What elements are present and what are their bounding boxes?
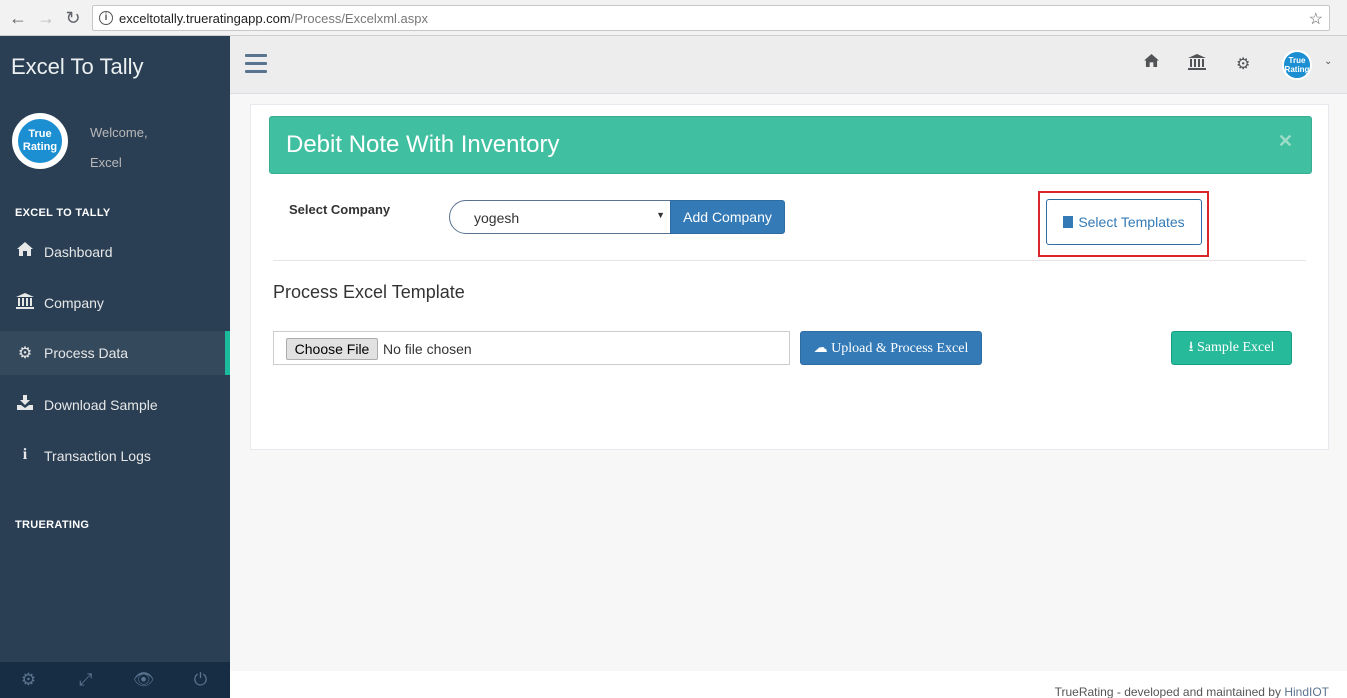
bank-icon xyxy=(15,293,35,314)
sidebar-item-label: Process Data xyxy=(44,345,129,361)
chevron-down-icon[interactable]: ⌄ xyxy=(1324,56,1332,67)
section-heading: Process Excel Template xyxy=(273,282,465,302)
info-icon: i xyxy=(22,446,28,463)
choose-file-button[interactable]: Choose File xyxy=(286,338,378,360)
select-templates-label: Select Templates xyxy=(1078,214,1185,230)
divider xyxy=(273,260,1306,261)
user-avatar[interactable]: True Rating xyxy=(1282,50,1312,80)
fullscreen-icon[interactable]: ⤢ xyxy=(57,670,114,690)
footer-text: TrueRating - developed and maintained by… xyxy=(1054,685,1329,698)
close-icon[interactable]: ✕ xyxy=(1278,131,1293,152)
browser-toolbar: ← → ↻ i exceltotally.trueratingapp.com/P… xyxy=(0,0,1347,36)
home-icon[interactable] xyxy=(1144,54,1159,72)
company-label: Select Company xyxy=(289,202,391,217)
profile-avatar: True Rating xyxy=(12,113,68,169)
cogs-icon[interactable]: ⚙ xyxy=(1236,54,1250,74)
no-file-text: No file chosen xyxy=(383,341,472,357)
username-text: Excel xyxy=(90,155,122,170)
sidebar-item-label: Download Sample xyxy=(44,397,158,413)
sidebar-footer: ⚙ ⤢ 👁 ⏻ xyxy=(0,662,230,698)
home-icon xyxy=(15,242,35,261)
page-title: Debit Note With Inventory xyxy=(286,131,560,158)
menu-toggle-icon[interactable] xyxy=(245,54,267,74)
eye-slash-icon[interactable]: 👁 xyxy=(115,670,172,690)
page-footer: TrueRating - developed and maintained by… xyxy=(230,671,1347,698)
bank-icon[interactable] xyxy=(1188,54,1206,75)
reload-icon[interactable]: ↻ xyxy=(63,8,83,28)
file-icon xyxy=(1063,216,1074,228)
top-navbar: ⚙ True Rating ⌄ xyxy=(230,36,1347,94)
company-select[interactable]: yogesh ▼ xyxy=(449,200,671,234)
select-templates-button[interactable]: Select Templates xyxy=(1046,199,1202,245)
url-text: exceltotally.trueratingapp.com/Process/E… xyxy=(119,11,429,26)
sidebar-item-dashboard[interactable]: Dashboard xyxy=(0,230,230,274)
cloud-upload-icon: ☁ xyxy=(813,340,828,356)
sidebar-item-company[interactable]: Company xyxy=(0,281,230,325)
sidebar-item-label: Company xyxy=(44,295,104,311)
menu-section-title-truerating: TRUERATING xyxy=(15,519,90,531)
sidebar-item-label: Transaction Logs xyxy=(44,448,151,464)
sidebar-item-process-data[interactable]: ⚙ Process Data xyxy=(0,331,230,375)
upload-process-button[interactable]: ☁ Upload & Process Excel xyxy=(800,331,982,365)
forward-icon[interactable]: → xyxy=(36,8,56,28)
download-icon xyxy=(15,395,35,415)
sidebar-item-download-sample[interactable]: Download Sample xyxy=(0,383,230,427)
upload-label: Upload & Process Excel xyxy=(831,340,969,356)
address-bar[interactable]: i exceltotally.trueratingapp.com/Process… xyxy=(92,5,1330,31)
app-brand[interactable]: Excel To Tally xyxy=(11,54,143,80)
back-icon[interactable]: ← xyxy=(8,8,28,28)
sample-excel-button[interactable]: ⭳ Sample Excel xyxy=(1171,331,1292,365)
page-title-banner: Debit Note With Inventory ✕ xyxy=(269,116,1312,174)
menu-section-title: EXCEL TO TALLY xyxy=(15,207,111,219)
file-input[interactable]: Choose File No file chosen xyxy=(273,331,790,365)
add-company-button[interactable]: Add Company xyxy=(670,200,785,234)
company-selected-value: yogesh xyxy=(474,210,520,226)
download-icon: ⭳ xyxy=(1188,340,1194,355)
cogs-icon: ⚙ xyxy=(17,345,33,362)
sample-label: Sample Excel xyxy=(1197,340,1275,355)
settings-icon[interactable]: ⚙ xyxy=(0,670,57,690)
caret-down-icon: ▼ xyxy=(656,210,665,220)
site-info-icon[interactable]: i xyxy=(99,11,113,25)
footer-link[interactable]: HindIOT xyxy=(1284,685,1329,698)
sidebar: Excel To Tally True Rating Welcome, Excel… xyxy=(0,36,230,698)
content-panel: Debit Note With Inventory ✕ Select Compa… xyxy=(250,104,1329,450)
sidebar-item-transaction-logs[interactable]: i Transaction Logs xyxy=(0,434,230,478)
bookmark-star-icon[interactable]: ☆ xyxy=(1309,9,1323,29)
power-icon[interactable]: ⏻ xyxy=(172,670,229,690)
sidebar-item-label: Dashboard xyxy=(44,244,113,260)
welcome-text: Welcome, xyxy=(90,125,148,140)
